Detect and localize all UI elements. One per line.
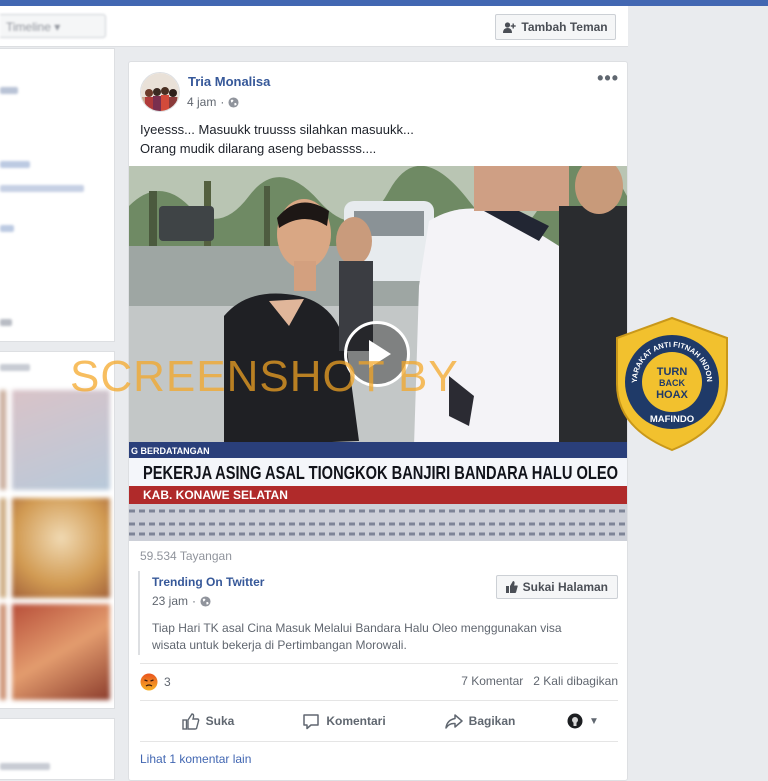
turnbackhoax-badge: MASYARAKAT ANTI FITNAH INDONESIA TURN BA…: [610, 309, 731, 452]
react-as-selector[interactable]: ▼: [548, 713, 618, 729]
share-icon: [444, 713, 463, 729]
photos-card: [0, 351, 115, 709]
post-meta: 4 jam ·: [187, 95, 239, 109]
author-avatar[interactable]: [140, 72, 180, 112]
shared-post-meta: 23 jam ·: [152, 594, 211, 608]
share-label: Bagikan: [468, 714, 516, 728]
post-options-icon[interactable]: •••: [597, 68, 619, 89]
video-view-count: 59.534 Tayangan: [140, 549, 232, 563]
photo-thumbnail[interactable]: [12, 498, 110, 598]
engagement-counts: 7 Komentar 2 Kali dibagikan: [461, 674, 618, 688]
screenshot-watermark: SCREENSHOT BY: [70, 352, 459, 401]
globe-icon: [228, 96, 239, 108]
badge-line-1: TURN: [657, 366, 688, 378]
shared-post-text: Tiap Hari TK asal Cina Masuk Melalui Ban…: [152, 621, 562, 652]
video-location: KAB. KONAWE SELATAN: [143, 488, 288, 502]
photo-thumbnail[interactable]: [0, 604, 6, 700]
comment-label: Komentari: [326, 714, 386, 728]
post-author-name[interactable]: Tria Monalisa: [188, 74, 270, 89]
like-button[interactable]: Suka: [140, 712, 276, 730]
video-headline: PEKERJA ASING ASAL TIONGKOK BANJIRI BAND…: [143, 463, 618, 483]
comment-icon: [303, 713, 320, 729]
comments-count[interactable]: 7 Komentar: [461, 674, 523, 688]
reaction-summary: 3 7 Komentar 2 Kali dibagikan: [140, 663, 618, 696]
badge-line-3: HOAX: [656, 389, 688, 401]
share-button[interactable]: Bagikan: [412, 713, 548, 730]
shares-count[interactable]: 2 Kali dibagikan: [533, 674, 618, 688]
thumbs-up-icon: [181, 712, 200, 730]
view-more-comments-link[interactable]: Lihat 1 komentar lain: [140, 752, 251, 766]
post-action-bar: Suka Komentari Bagikan ▼: [140, 700, 618, 742]
like-page-button[interactable]: Sukai Halaman: [495, 575, 618, 599]
friends-card: [0, 718, 115, 780]
video-ticker-label: G BERDATANGAN: [131, 446, 210, 456]
profile-tab-selector[interactable]: Timeline ▾: [0, 14, 106, 38]
intro-card: [0, 48, 115, 342]
post-text-line: Orang mudik dilarang aseng bebassss....: [140, 141, 377, 156]
like-page-label: Sukai Halaman: [522, 580, 608, 594]
badge-org-name: MAFINDO: [650, 414, 694, 425]
like-label: Suka: [205, 714, 235, 728]
post-time[interactable]: 4 jam: [187, 95, 216, 109]
chevron-down-icon: ▼: [589, 715, 599, 727]
profile-tab-label: Timeline: [6, 20, 51, 34]
post-text-line: Iyeesss... Masuukk truusss silahkan masu…: [140, 122, 414, 137]
badge-line-2: BACK: [659, 378, 685, 388]
chevron-down-icon: ▾: [54, 20, 61, 34]
add-friend-label: Tambah Teman: [521, 20, 608, 34]
shared-post-time[interactable]: 23 jam: [152, 594, 188, 608]
photo-thumbnail[interactable]: [12, 604, 110, 700]
profile-action-bar: Timeline ▾ Tambah Teman: [0, 6, 628, 47]
thumbs-up-icon: [505, 581, 518, 593]
comment-button[interactable]: Komentari: [276, 713, 412, 730]
add-friend-button[interactable]: Tambah Teman: [495, 14, 616, 40]
add-friend-icon: [503, 21, 517, 33]
angry-reaction-icon: [140, 673, 158, 691]
shared-post: Trending On Twitter 23 jam · Sukai Halam…: [138, 571, 618, 655]
feed-post: Tria Monalisa 4 jam · ••• Iyeesss... Mas…: [128, 61, 628, 781]
photo-thumbnail[interactable]: [0, 390, 6, 490]
photo-thumbnail[interactable]: [0, 498, 6, 598]
post-body: Iyeesss... Masuukk truusss silahkan masu…: [140, 120, 610, 158]
reaction-count[interactable]: 3: [140, 673, 171, 691]
globe-icon: [200, 595, 211, 607]
page-avatar-icon: [567, 713, 583, 729]
reaction-count-value: 3: [164, 675, 171, 689]
shared-page-name[interactable]: Trending On Twitter: [152, 575, 264, 589]
photo-thumbnail[interactable]: [12, 390, 110, 490]
